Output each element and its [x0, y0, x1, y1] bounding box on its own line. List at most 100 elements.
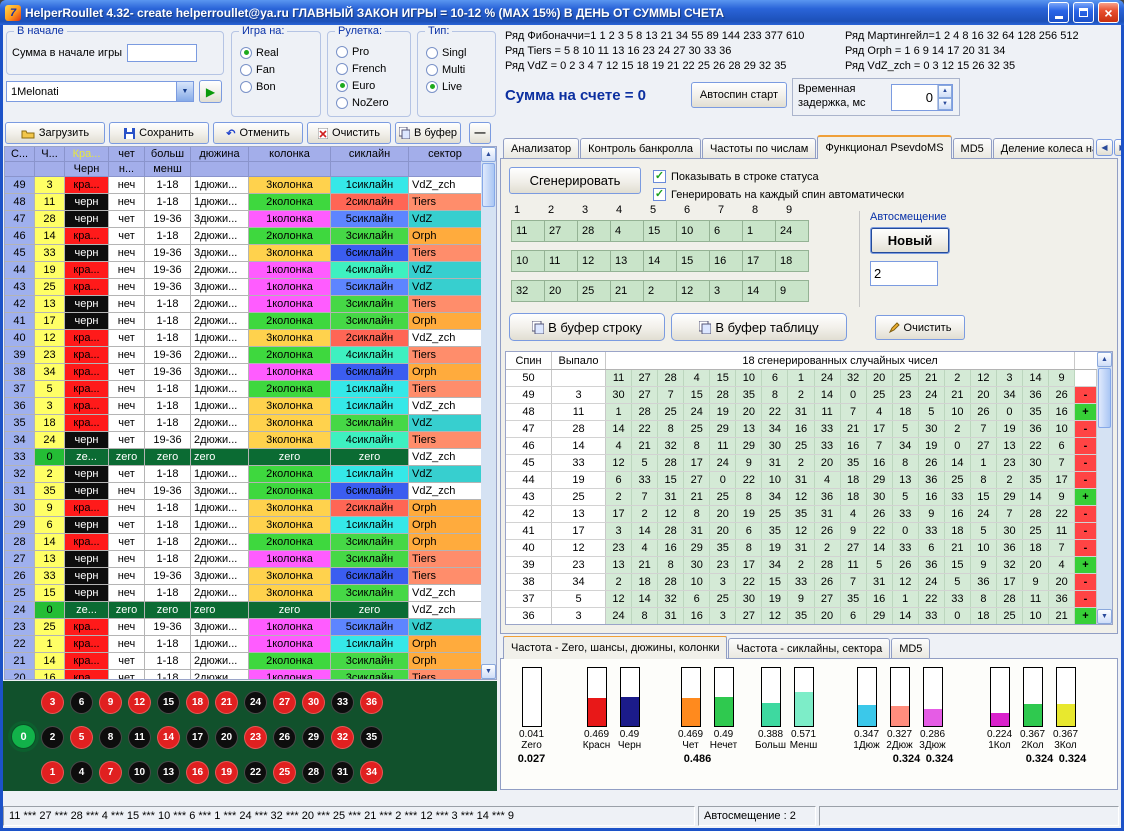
bar-value: 0.49 [714, 729, 733, 740]
board-number[interactable]: 25 [273, 761, 296, 784]
scroll-down-icon[interactable]: ▼ [1097, 609, 1112, 624]
board-number[interactable]: 35 [360, 726, 383, 749]
scrollbar-thumb[interactable] [482, 163, 495, 207]
board-number[interactable]: 11 [128, 726, 151, 749]
collapse-button[interactable]: — [469, 122, 491, 144]
copy-table-button[interactable]: В буфер таблицу [671, 313, 847, 341]
radio-option-live[interactable]: Live [426, 78, 466, 95]
board-number[interactable]: 8 [99, 726, 122, 749]
board-number[interactable]: 20 [215, 726, 238, 749]
cell-color: ze... [65, 449, 109, 466]
grid-column-header: 3 [579, 204, 613, 216]
clear-button[interactable]: Очистить [307, 122, 391, 144]
board-number[interactable]: 26 [273, 726, 296, 749]
tab-5[interactable]: MD5 [953, 138, 992, 159]
radio-option-euro[interactable]: Euro [336, 77, 389, 94]
radio-option-singl[interactable]: Singl [426, 44, 466, 61]
board-number[interactable]: 27 [273, 691, 296, 714]
radio-option-fan[interactable]: Fan [240, 61, 279, 78]
new-button[interactable]: Новый [870, 227, 950, 254]
board-number[interactable]: 29 [302, 726, 325, 749]
scroll-down-icon[interactable]: ▼ [481, 664, 496, 679]
delay-spinner[interactable]: 0 ▲ ▼ [891, 84, 953, 111]
undo-button[interactable]: ↶ Отменить [213, 122, 303, 144]
board-number[interactable]: 22 [244, 761, 267, 784]
scrollbar-thumb[interactable] [1098, 368, 1111, 428]
board-number[interactable]: 18 [186, 691, 209, 714]
radio-option-multi[interactable]: Multi [426, 61, 466, 78]
tab-1[interactable]: Частота - Zero, шансы, дюжины, колонки [503, 636, 727, 659]
board-number[interactable]: 12 [128, 691, 151, 714]
minimize-button[interactable] [1048, 2, 1069, 23]
close-button[interactable]: × [1098, 2, 1119, 23]
spinner-up-icon[interactable]: ▲ [938, 85, 952, 98]
tab-6[interactable]: Деление колеса на [993, 138, 1094, 159]
tab-1[interactable]: Анализатор [503, 138, 579, 159]
board-number[interactable]: 17 [186, 726, 209, 749]
spinner-down-icon[interactable]: ▼ [938, 98, 952, 111]
autospin-button[interactable]: Автоспин старт [691, 82, 787, 108]
board-number[interactable]: 5 [70, 726, 93, 749]
board-number[interactable]: 16 [186, 761, 209, 784]
board-number[interactable]: 6 [70, 691, 93, 714]
tab-2[interactable]: Частота - сиклайны, сектора [728, 638, 890, 659]
board-number[interactable]: 34 [360, 761, 383, 784]
load-button[interactable]: Загрузить [5, 122, 105, 144]
board-number[interactable]: 7 [99, 761, 122, 784]
scroll-up-icon[interactable]: ▲ [481, 147, 496, 162]
tab-scroll-right-icon[interactable]: ▶ [1114, 139, 1121, 156]
board-number[interactable]: 21 [215, 691, 238, 714]
checkbox-check-icon[interactable]: ✓ [653, 170, 666, 183]
copy-row-button[interactable]: В буфер строку [509, 313, 665, 341]
board-number[interactable]: 33 [331, 691, 354, 714]
board-number[interactable]: 28 [302, 761, 325, 784]
spins-scrollbar[interactable]: ▲ ▼ [1097, 352, 1112, 624]
maximize-button[interactable] [1073, 2, 1094, 23]
checkbox-check-icon[interactable]: ✓ [653, 188, 666, 201]
number-chip: 26 [815, 523, 841, 539]
tab-scroll-left-icon[interactable]: ◀ [1096, 139, 1113, 156]
board-number[interactable]: 36 [360, 691, 383, 714]
board-number[interactable]: 13 [157, 761, 180, 784]
tab-3[interactable]: MD5 [891, 638, 930, 659]
number-chip: 36 [815, 489, 841, 505]
radio-option-pro[interactable]: Pro [336, 43, 389, 60]
profile-combobox[interactable]: 1Melonati ▼ [6, 81, 194, 102]
radio-option-bon[interactable]: Bon [240, 78, 279, 95]
autoshift-input[interactable] [870, 261, 938, 286]
chevron-down-icon[interactable]: ▼ [176, 82, 193, 101]
board-number[interactable]: 4 [70, 761, 93, 784]
board-number[interactable]: 1 [41, 761, 64, 784]
start-sum-input[interactable] [127, 44, 197, 62]
radio-option-french[interactable]: French [336, 60, 389, 77]
clear-generated-button[interactable]: Очистить [875, 315, 965, 340]
board-number[interactable]: 14 [157, 726, 180, 749]
radio-option-real[interactable]: Real [240, 44, 279, 61]
scroll-up-icon[interactable]: ▲ [1097, 352, 1112, 367]
radio-option-nozero[interactable]: NoZero [336, 94, 389, 111]
save-button[interactable]: Сохранить [109, 122, 209, 144]
board-number[interactable]: 31 [331, 761, 354, 784]
tab-2[interactable]: Контроль банкролла [580, 138, 701, 159]
board-number[interactable]: 23 [244, 726, 267, 749]
play-button[interactable]: ▶ [199, 80, 222, 103]
board-number[interactable]: 9 [99, 691, 122, 714]
generate-button[interactable]: Сгенерировать [509, 167, 641, 194]
board-number[interactable]: 30 [302, 691, 325, 714]
cell-spin: 36 [5, 398, 35, 415]
board-number[interactable]: 19 [215, 761, 238, 784]
tab-3[interactable]: Частоты по числам [702, 138, 816, 159]
board-number[interactable]: 3 [41, 691, 64, 714]
board-number[interactable]: 24 [244, 691, 267, 714]
number-chip: 31 [867, 574, 893, 590]
history-scrollbar[interactable]: ▲ ▼ [481, 147, 496, 679]
board-zero[interactable]: 0 [11, 724, 36, 749]
board-number[interactable]: 15 [157, 691, 180, 714]
cell-dozen: 2дюжи... [191, 313, 249, 330]
board-number[interactable]: 2 [41, 726, 64, 749]
copy-button[interactable]: В буфер [395, 122, 461, 144]
bar-bold-value [1005, 753, 1008, 765]
tab-4[interactable]: Функционал PsevdoMS [817, 135, 951, 159]
board-number[interactable]: 32 [331, 726, 354, 749]
board-number[interactable]: 10 [128, 761, 151, 784]
